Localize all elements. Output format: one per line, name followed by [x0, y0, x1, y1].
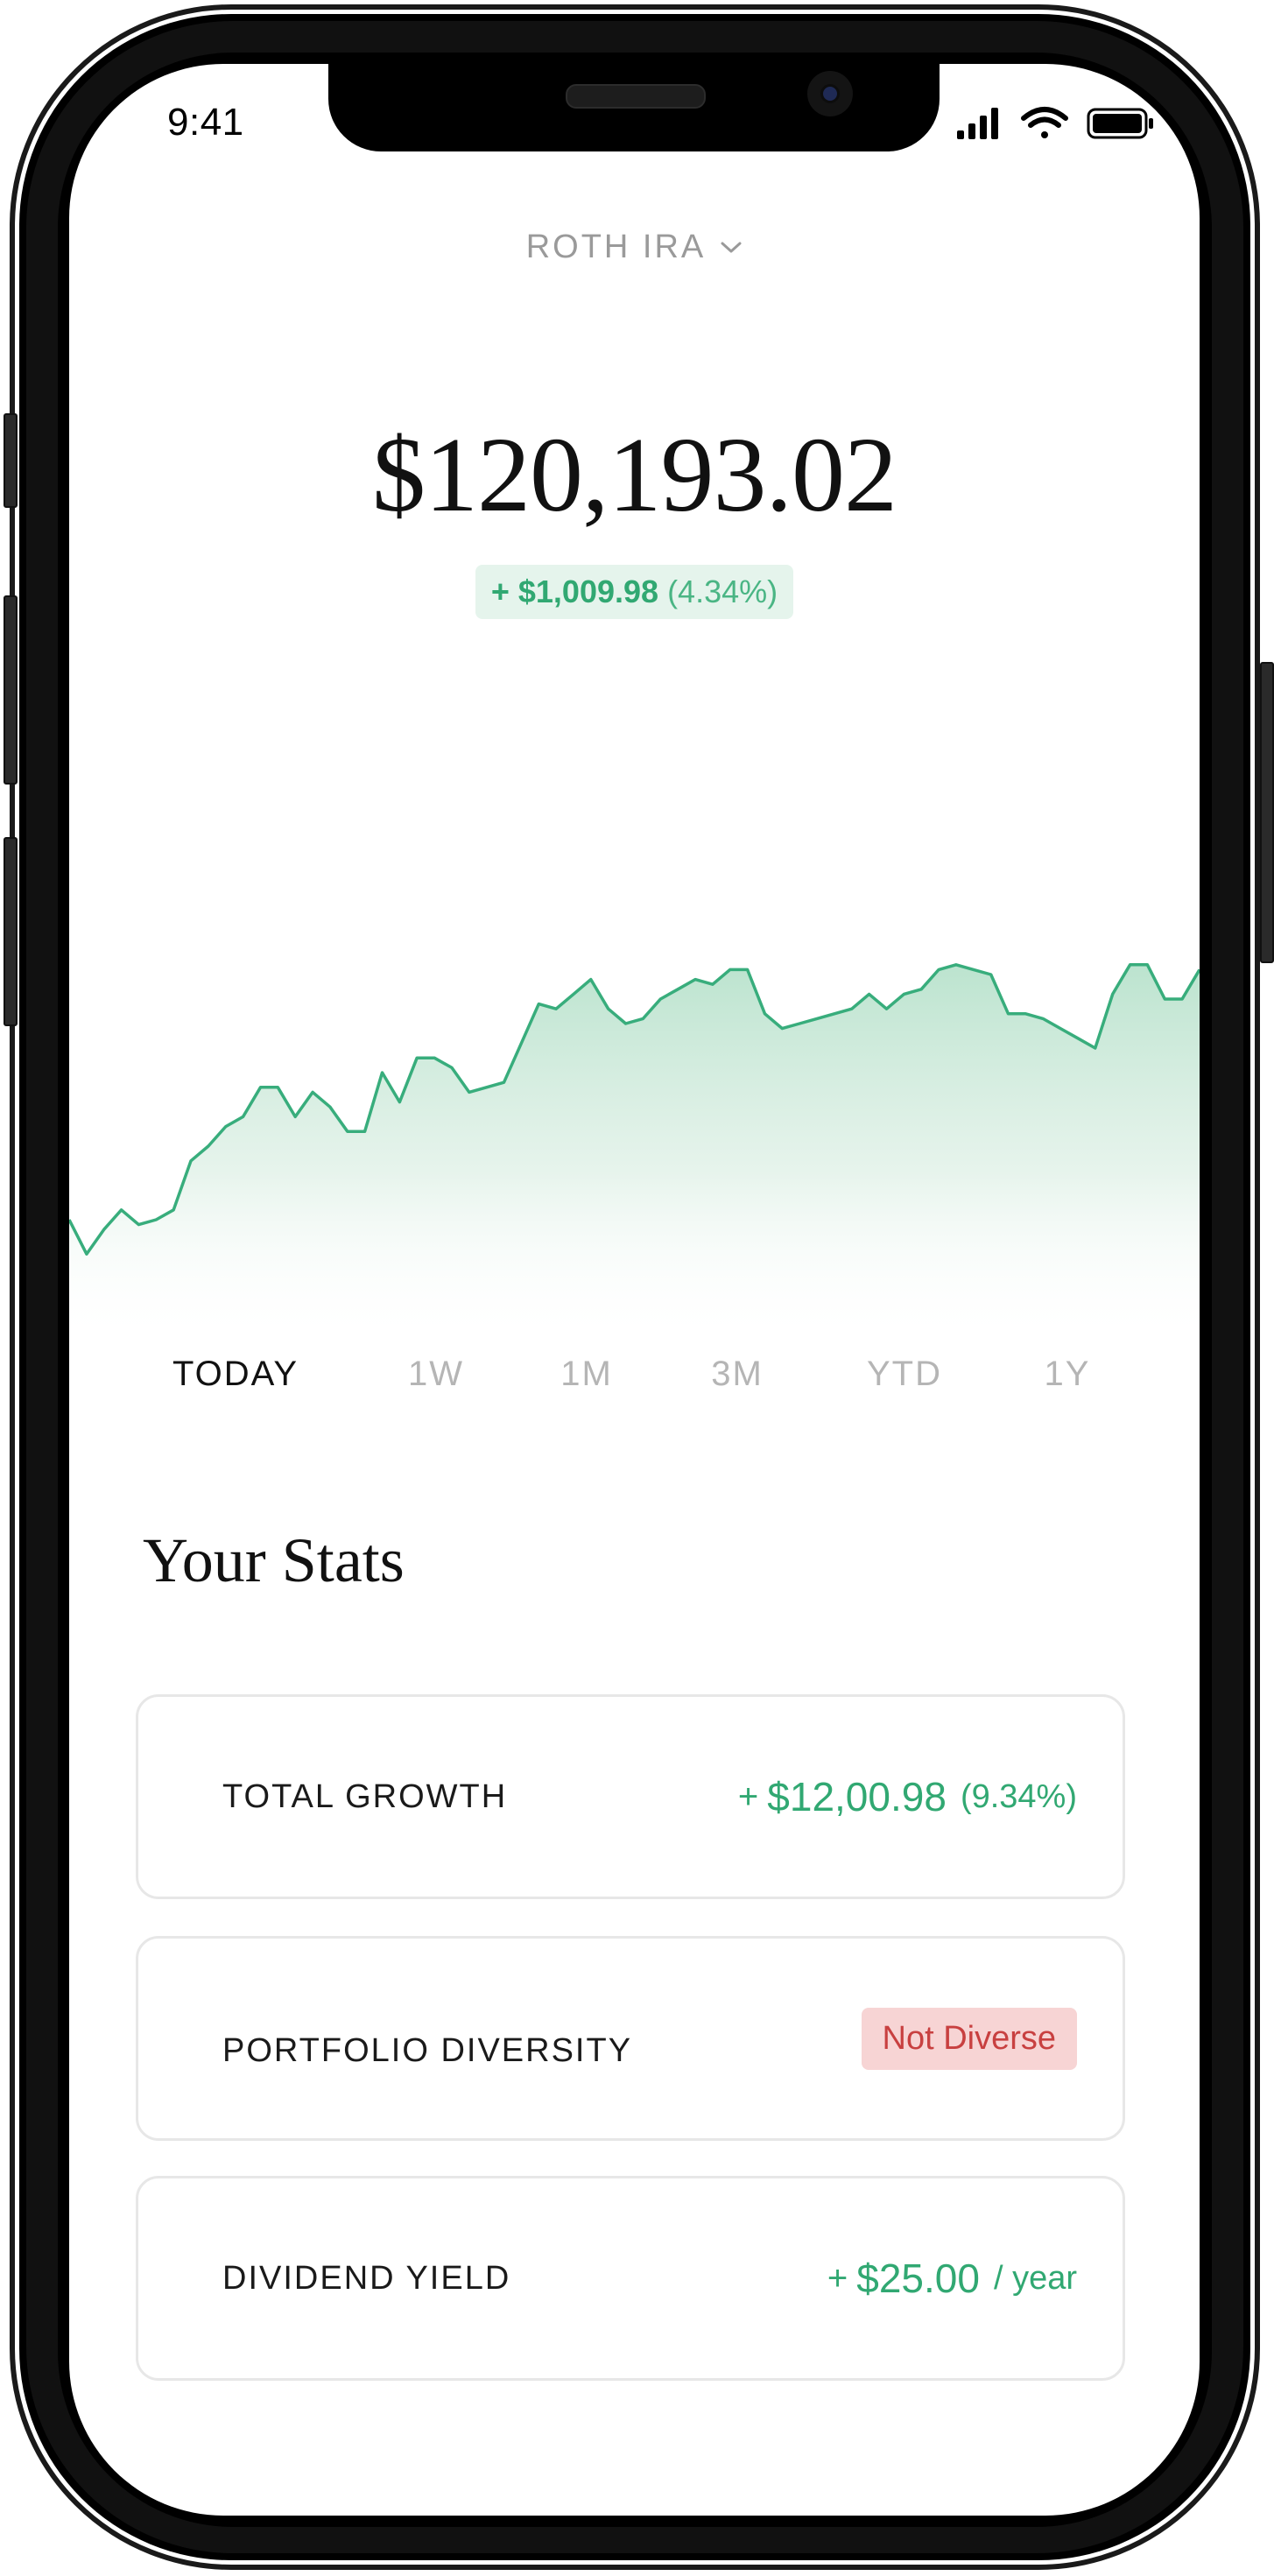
portfolio-diversity-label: PORTFOLIO DIVERSITY [222, 2032, 633, 2069]
speaker-grille [566, 84, 706, 109]
daily-change-percent: (4.34%) [667, 574, 778, 609]
dividend-yield-unit: / year [993, 2259, 1077, 2297]
status-icons [957, 107, 1153, 139]
dividend-yield-card[interactable]: DIVIDEND YIELD + $25.00 / year [136, 2176, 1125, 2381]
front-camera [807, 71, 853, 116]
account-selector[interactable]: ROTH IRA [526, 229, 743, 266]
portfolio-diversity-card[interactable]: PORTFOLIO DIVERSITY Not Diverse [136, 1936, 1125, 2141]
portfolio-chart[interactable] [69, 852, 1200, 1342]
tab-3m[interactable]: 3M [711, 1339, 764, 1409]
dividend-yield-amount: $25.00 [856, 2256, 980, 2301]
volume-down-button[interactable] [4, 837, 18, 1026]
account-balance: $120,193.02 [372, 416, 897, 534]
tab-ytd[interactable]: YTD [867, 1339, 942, 1409]
app-screen: 9:41 ROTH IRA $120,193.02 + $1,009.98 (4… [69, 64, 1200, 2516]
power-button[interactable] [1260, 662, 1274, 963]
chevron-down-icon [721, 242, 742, 252]
dividend-yield-sign: + [827, 2258, 848, 2298]
dividend-yield-label: DIVIDEND YIELD [222, 2260, 511, 2297]
daily-change-row: + $1,009.98 (4.34%) [69, 565, 1200, 619]
total-growth-sign: + [737, 1777, 759, 1816]
cellular-signal-icon [957, 108, 998, 139]
diversity-status-badge: Not Diverse [861, 2007, 1077, 2070]
status-time: 9:41 [167, 101, 244, 144]
portfolio-diversity-value-group: Not Diverse [861, 1939, 1077, 2138]
total-growth-label: TOTAL GROWTH [222, 1778, 508, 1815]
account-selector-row: ROTH IRA [69, 229, 1200, 266]
total-growth-value-group: + $12,00.98 (9.34%) [738, 1697, 1077, 1897]
tab-1y[interactable]: 1Y [1045, 1339, 1091, 1409]
total-growth-amount: $12,00.98 [767, 1774, 947, 1819]
daily-change-amount: + $1,009.98 [490, 574, 659, 609]
device-notch [328, 64, 940, 151]
time-range-tabs: TODAY 1W 1M 3M YTD 1Y [69, 1339, 1200, 1409]
wifi-icon [1021, 107, 1068, 138]
battery-icon [1087, 108, 1153, 139]
account-label: ROTH IRA [525, 229, 707, 265]
stats-section-title: Your Stats [143, 1525, 405, 1595]
dividend-yield-value-group: + $25.00 / year [827, 2178, 1077, 2378]
daily-change-badge: + $1,009.98 (4.34%) [475, 565, 794, 619]
tab-1w[interactable]: 1W [408, 1339, 464, 1409]
silent-switch[interactable] [4, 413, 18, 508]
volume-up-button[interactable] [4, 595, 18, 785]
tab-1m[interactable]: 1M [560, 1339, 613, 1409]
total-growth-card[interactable]: TOTAL GROWTH + $12,00.98 (9.34%) [136, 1694, 1125, 1899]
tab-today[interactable]: TODAY [172, 1339, 299, 1409]
total-growth-percent: (9.34%) [960, 1777, 1077, 1815]
